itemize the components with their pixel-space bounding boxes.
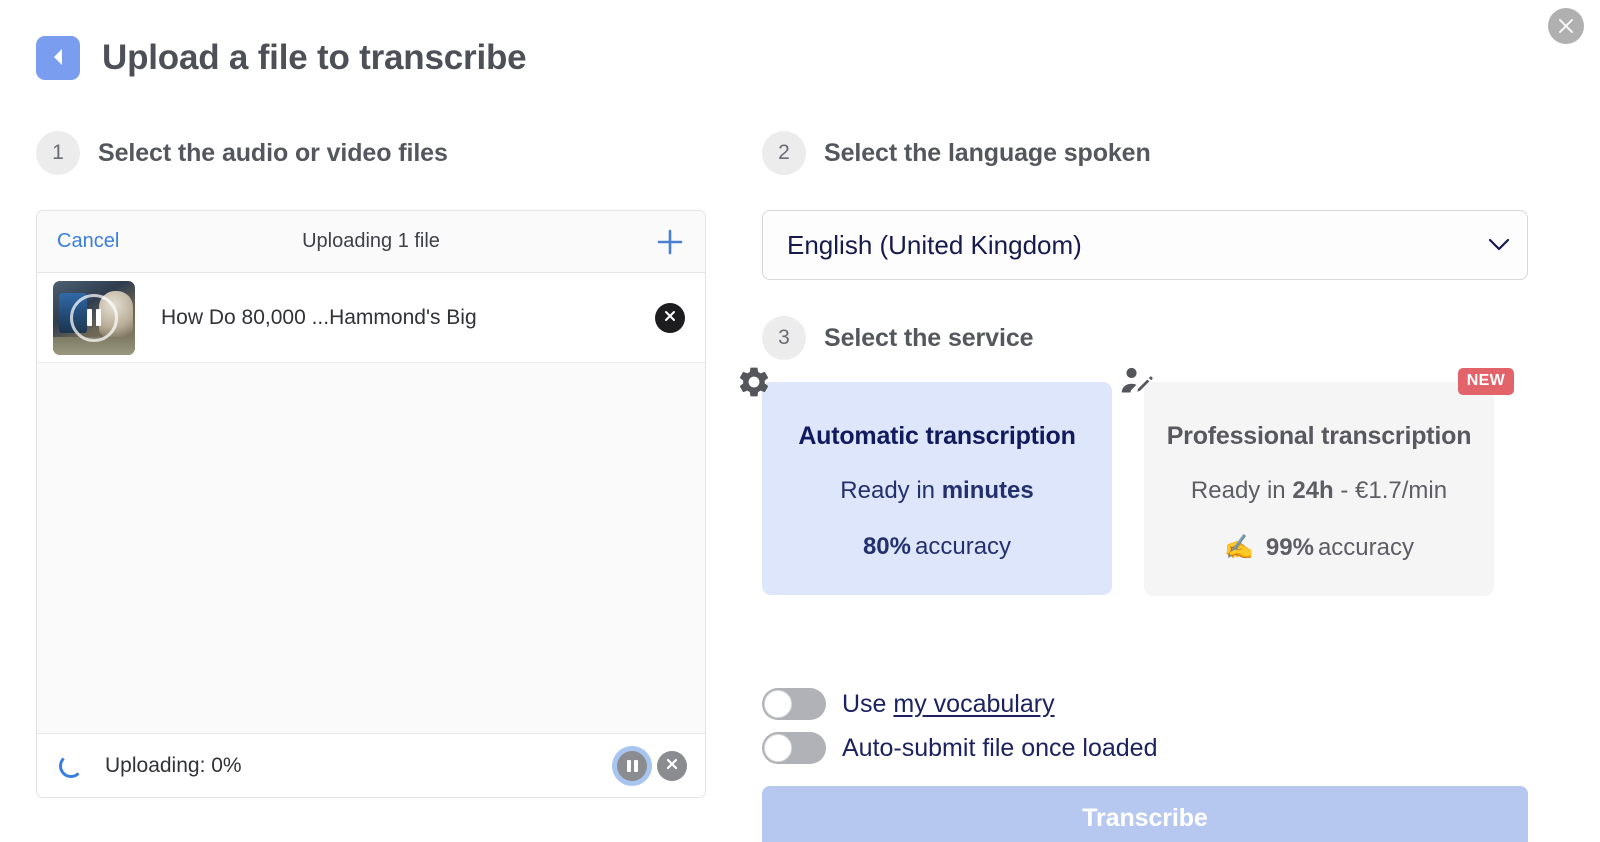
pause-upload-button[interactable] [617, 750, 647, 781]
step-3-label: Select the service [824, 323, 1034, 352]
upload-transcribe-dialog: Upload a file to transcribe 1 Select the… [0, 0, 1600, 842]
plus-icon [655, 229, 685, 260]
service-accuracy-line: ✍️ 99% accuracy [1160, 533, 1478, 562]
accuracy-value: 99% [1265, 533, 1314, 561]
ready-prefix: Ready in [1190, 477, 1293, 504]
file-panel-empty-area [37, 363, 705, 733]
vocabulary-label: Use my vocabulary [842, 690, 1055, 719]
upload-status-title: Uploading 1 file [302, 230, 440, 252]
ready-prefix: Ready in [840, 477, 942, 504]
file-upload-panel: Cancel Uploading 1 file How Do 80,000 ..… [36, 210, 706, 798]
pause-icon [626, 759, 638, 772]
add-file-button[interactable] [655, 227, 685, 257]
loading-spinner-icon [59, 753, 83, 778]
service-accuracy-line: 80% accuracy [778, 533, 1096, 561]
stop-circle-icon [665, 757, 679, 774]
use-vocabulary-toggle[interactable] [762, 688, 826, 720]
service-card-automatic[interactable]: Automatic transcription Ready in minutes… [739, 367, 1112, 595]
ready-value: 24h [1292, 477, 1334, 504]
step-1-number: 1 [36, 131, 80, 175]
file-list-item[interactable]: How Do 80,000 ...Hammond's Big [37, 273, 705, 363]
accuracy-label: accuracy [915, 533, 1012, 560]
page-title: Upload a file to transcribe [102, 38, 527, 77]
step-1-label: Select the audio or video files [98, 138, 448, 167]
writing-hand-icon: ✍️ [1224, 534, 1254, 561]
person-edit-icon [1118, 364, 1154, 400]
auto-submit-toggle-row: Auto-submit file once loaded [762, 726, 1528, 770]
step-3-number: 3 [762, 316, 806, 360]
ready-suffix: - €1.7/min [1333, 477, 1448, 504]
close-circle-icon [663, 309, 677, 326]
accuracy-value: 80% [862, 533, 911, 560]
language-select[interactable]: English (United Kingdom) [762, 210, 1528, 280]
dialog-header: Upload a file to transcribe [36, 36, 527, 80]
ready-value: minutes [941, 477, 1034, 504]
my-vocabulary-link[interactable]: my vocabulary [893, 690, 1054, 718]
settings-column: 2 Select the language spoken English (Un… [739, 131, 1528, 842]
files-column: 1 Select the audio or video files Cancel… [36, 131, 708, 798]
service-ready-line: Ready in 24h - €1.7/min [1160, 477, 1478, 505]
upload-progress-text: Uploading: 0% [105, 753, 242, 777]
auto-submit-toggle[interactable] [762, 732, 826, 764]
close-dialog-button[interactable] [1548, 8, 1584, 44]
stop-upload-button[interactable] [657, 750, 687, 781]
accuracy-label: accuracy [1317, 533, 1414, 561]
upload-progress-bar: Uploading: 0% [37, 733, 705, 797]
back-button[interactable] [36, 36, 80, 80]
service-title: Automatic transcription [798, 422, 1076, 450]
remove-file-button[interactable] [655, 302, 685, 333]
vocabulary-prefix: Use [842, 689, 894, 718]
step-1-heading: 1 Select the audio or video files [36, 131, 708, 175]
service-card-professional[interactable]: NEW Professional transcription Ready in … [1121, 367, 1514, 596]
upload-controls [617, 750, 687, 781]
service-ready-line: Ready in minutes [778, 477, 1096, 505]
gear-icon [736, 364, 772, 400]
video-pause-icon [70, 293, 118, 342]
language-select-wrapper: English (United Kingdom) [762, 210, 1528, 280]
video-thumbnail [53, 280, 135, 355]
service-options: Automatic transcription Ready in minutes… [739, 367, 1528, 596]
option-toggles: Use my vocabulary Auto-submit file once … [762, 682, 1528, 770]
cancel-upload-button[interactable]: Cancel [57, 230, 119, 253]
service-title: Professional transcription [1166, 422, 1472, 450]
chevron-left-icon [50, 47, 66, 70]
step-3-section: 3 Select the service Automatic transcrip… [739, 316, 1528, 596]
step-2-label: Select the language spoken [824, 138, 1151, 167]
file-panel-header: Cancel Uploading 1 file [37, 211, 705, 273]
step-2-heading: 2 Select the language spoken [762, 131, 1528, 175]
auto-submit-label: Auto-submit file once loaded [842, 733, 1158, 762]
file-name: How Do 80,000 ...Hammond's Big [161, 305, 477, 329]
close-icon [1557, 17, 1575, 35]
transcribe-button[interactable]: Transcribe [762, 786, 1528, 842]
vocabulary-toggle-row: Use my vocabulary [762, 682, 1528, 726]
step-3-heading: 3 Select the service [762, 316, 1528, 360]
status-badge-new: NEW [1457, 368, 1514, 395]
step-2-number: 2 [762, 131, 806, 175]
